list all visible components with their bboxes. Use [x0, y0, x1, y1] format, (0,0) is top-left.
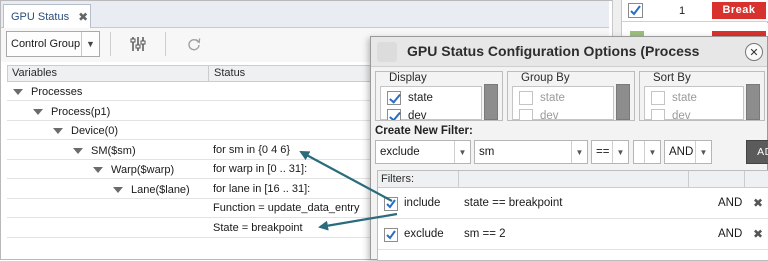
arrow-to-sm-status [299, 151, 393, 202]
annotation-arrows [299, 151, 398, 231]
arrow-to-state-status [318, 212, 398, 231]
